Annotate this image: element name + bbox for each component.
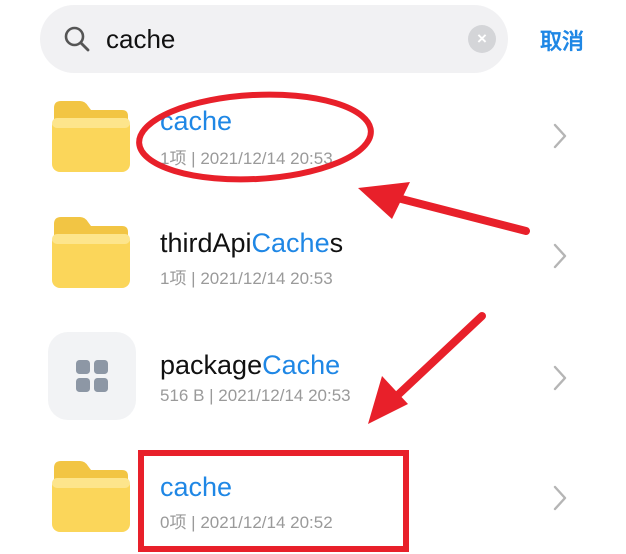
search-input[interactable]: cache — [106, 15, 175, 63]
folder-icon — [52, 217, 130, 288]
item-meta: 1项 | 2021/12/14 20:53 — [160, 269, 333, 288]
search-bar[interactable]: cache × — [40, 5, 508, 73]
item-name: cache — [160, 106, 233, 136]
chevron-right-icon — [553, 123, 567, 149]
search-icon — [64, 26, 90, 52]
app-grid-icon — [76, 360, 108, 392]
list-item[interactable]: packageCache 516 B | 2021/12/14 20:53 — [0, 322, 626, 434]
chevron-right-icon — [553, 485, 567, 511]
file-icon-tile — [48, 332, 136, 420]
item-meta: 0项 | 2021/12/14 20:52 — [160, 513, 333, 532]
item-name: cache — [160, 472, 233, 502]
list-item[interactable]: cache 1项 | 2021/12/14 20:53 — [0, 82, 626, 194]
list-item[interactable]: cache 0项 | 2021/12/14 20:52 — [0, 442, 626, 554]
chevron-right-icon — [553, 243, 567, 269]
chevron-right-icon — [553, 365, 567, 391]
clear-search-button[interactable]: × — [468, 25, 496, 53]
item-meta: 1项 | 2021/12/14 20:53 — [160, 149, 333, 168]
item-name: packageCache — [160, 350, 341, 380]
item-name: thirdApiCaches — [160, 228, 344, 258]
list-item[interactable]: thirdApiCaches 1项 | 2021/12/14 20:53 — [0, 200, 626, 312]
cancel-button[interactable]: 取消 — [540, 24, 584, 56]
item-meta: 516 B | 2021/12/14 20:53 — [160, 386, 351, 405]
folder-icon — [52, 461, 130, 532]
folder-icon — [52, 101, 130, 172]
